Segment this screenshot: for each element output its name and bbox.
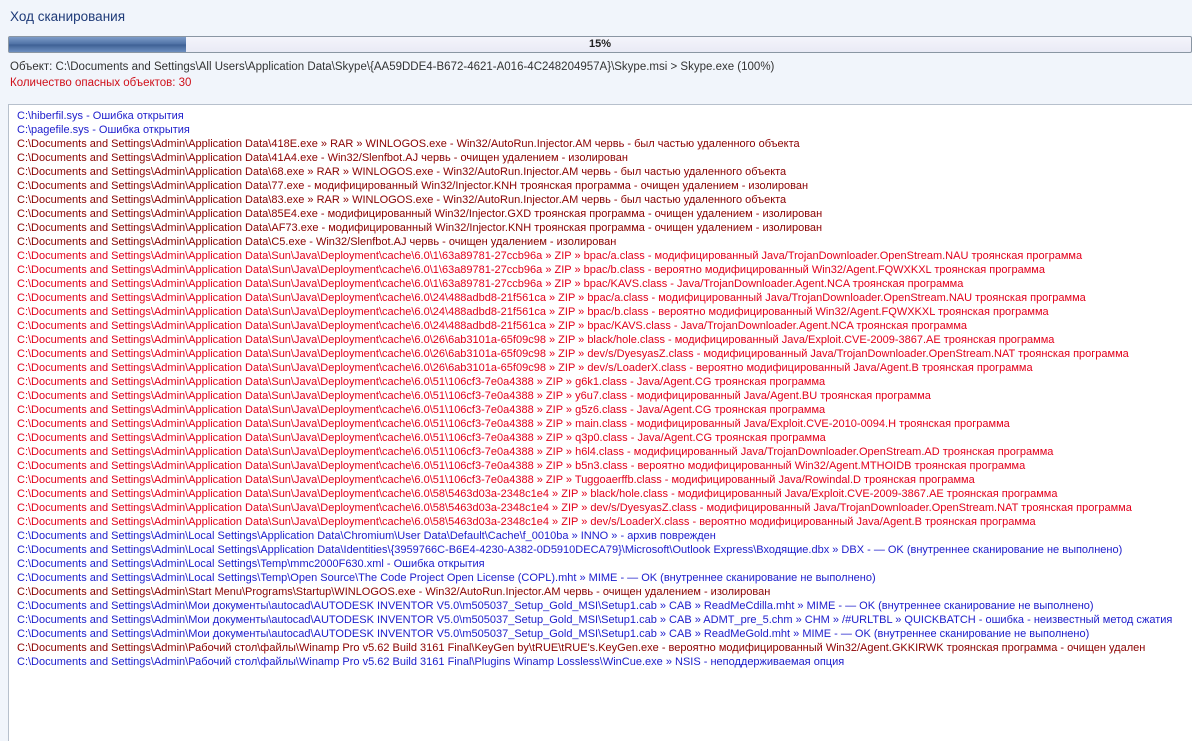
log-entry[interactable]: C:\Documents and Settings\Admin\Applicat… [17, 207, 1188, 221]
scan-progress-bar: 15% [8, 36, 1192, 53]
log-entry[interactable]: C:\Documents and Settings\Admin\Applicat… [17, 459, 1188, 473]
log-entry[interactable]: C:\Documents and Settings\Admin\Applicat… [17, 165, 1188, 179]
log-entry[interactable]: C:\Documents and Settings\Admin\Applicat… [17, 277, 1188, 291]
log-entry[interactable]: C:\Documents and Settings\Admin\Applicat… [17, 137, 1188, 151]
log-entry[interactable]: C:\Documents and Settings\Admin\Applicat… [17, 375, 1188, 389]
log-entry[interactable]: C:\Documents and Settings\Admin\Local Se… [17, 571, 1188, 585]
log-entry[interactable]: C:\Documents and Settings\Admin\Local Se… [17, 529, 1188, 543]
log-entry[interactable]: C:\Documents and Settings\Admin\Applicat… [17, 235, 1188, 249]
current-object: Объект: C:\Documents and Settings\All Us… [10, 61, 775, 73]
log-entry[interactable]: C:\Documents and Settings\Admin\Applicat… [17, 515, 1188, 529]
log-entry[interactable]: C:\Documents and Settings\Admin\Мои доку… [17, 627, 1188, 641]
log-entry[interactable]: C:\Documents and Settings\Admin\Applicat… [17, 501, 1188, 515]
log-entry[interactable]: C:\Documents and Settings\Admin\Applicat… [17, 305, 1188, 319]
log-entry[interactable]: C:\Documents and Settings\Admin\Applicat… [17, 151, 1188, 165]
log-entry[interactable]: C:\Documents and Settings\Admin\Applicat… [17, 445, 1188, 459]
log-entry[interactable]: C:\Documents and Settings\Admin\Applicat… [17, 347, 1188, 361]
log-entry[interactable]: C:\Documents and Settings\Admin\Applicat… [17, 193, 1188, 207]
log-entry[interactable]: C:\Documents and Settings\Admin\Applicat… [17, 389, 1188, 403]
log-entry[interactable]: C:\Documents and Settings\Admin\Мои доку… [17, 599, 1188, 613]
log-entry[interactable]: C:\Documents and Settings\Admin\Applicat… [17, 263, 1188, 277]
log-entry[interactable]: C:\Documents and Settings\Admin\Local Se… [17, 557, 1188, 571]
log-entry[interactable]: C:\Documents and Settings\Admin\Applicat… [17, 473, 1188, 487]
log-entry[interactable]: C:\Documents and Settings\Admin\Local Se… [17, 543, 1188, 557]
log-entry[interactable]: C:\Documents and Settings\Admin\Рабочий … [17, 641, 1188, 655]
log-entry[interactable]: C:\hiberfil.sys - Ошибка открытия [17, 109, 1188, 123]
log-entry[interactable]: C:\Documents and Settings\Admin\Applicat… [17, 417, 1188, 431]
log-entry[interactable]: C:\Documents and Settings\Admin\Applicat… [17, 291, 1188, 305]
log-entry[interactable]: C:\Documents and Settings\Admin\Start Me… [17, 585, 1188, 599]
threat-count: Количество опасных объектов: 30 [10, 77, 192, 89]
log-entry[interactable]: C:\Documents and Settings\Admin\Applicat… [17, 403, 1188, 417]
log-entry[interactable]: C:\Documents and Settings\Admin\Applicat… [17, 333, 1188, 347]
log-entry[interactable]: C:\Documents and Settings\Admin\Applicat… [17, 487, 1188, 501]
log-entry[interactable]: C:\Documents and Settings\Admin\Applicat… [17, 431, 1188, 445]
log-entry[interactable]: C:\Documents and Settings\Admin\Applicat… [17, 361, 1188, 375]
log-entry[interactable]: C:\Documents and Settings\Admin\Applicat… [17, 179, 1188, 193]
log-entry[interactable]: C:\Documents and Settings\Admin\Мои доку… [17, 613, 1188, 627]
log-entry[interactable]: C:\Documents and Settings\Admin\Applicat… [17, 221, 1188, 235]
log-entry[interactable]: C:\Documents and Settings\Admin\Applicat… [17, 249, 1188, 263]
log-entry[interactable]: C:\pagefile.sys - Ошибка открытия [17, 123, 1188, 137]
log-entry[interactable]: C:\Documents and Settings\Admin\Рабочий … [17, 655, 1188, 669]
scan-progress-title: Ход сканирования [10, 9, 126, 24]
scan-log-list[interactable]: C:\hiberfil.sys - Ошибка открытия C:\page… [8, 104, 1192, 741]
log-entry[interactable]: C:\Documents and Settings\Admin\Applicat… [17, 319, 1188, 333]
progress-percent-label: 15% [588, 38, 612, 50]
